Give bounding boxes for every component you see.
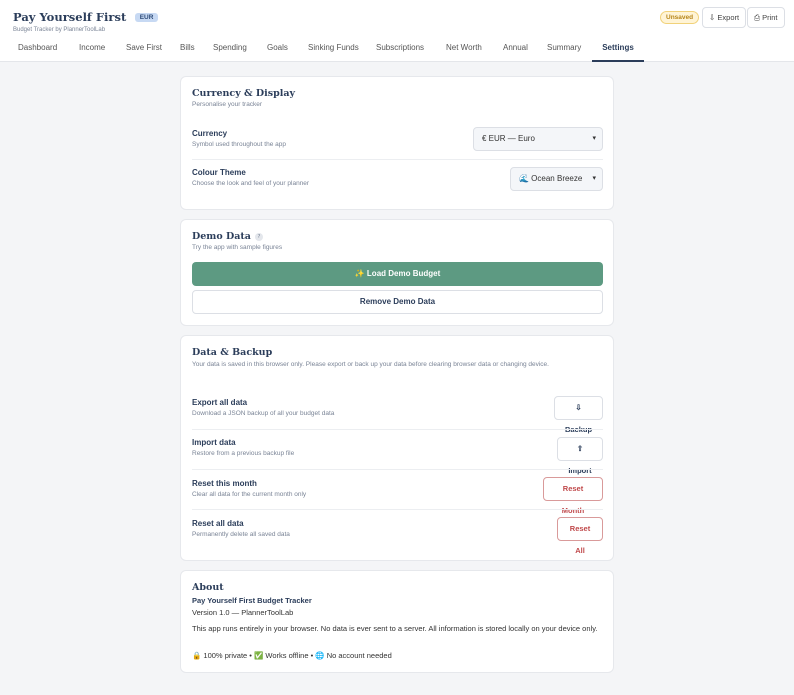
help-icon[interactable]: ?: [254, 233, 263, 241]
demo-title: Demo Data: [192, 231, 251, 242]
tab-subscriptions[interactable]: Subscriptions: [376, 36, 424, 62]
reset-all-button[interactable]: Reset All: [557, 517, 603, 555]
import-button[interactable]: ⇧ Import: [557, 437, 603, 475]
load-demo-button[interactable]: ✨ Load Demo Budget: [192, 262, 603, 286]
theme-select-value: 🌊 Ocean Breeze: [519, 174, 583, 183]
export-button[interactable]: ⇩ Export: [702, 7, 747, 28]
version-text: Version 1.0 — PlannerToolLab: [192, 608, 294, 617]
tab-settings[interactable]: Settings: [592, 36, 644, 62]
card-title: Data & Backup: [192, 347, 273, 358]
divider: [192, 159, 603, 160]
printer-icon: ⎙: [754, 13, 760, 22]
tab-save-first[interactable]: Save First: [126, 36, 162, 62]
export-data-description: Download a JSON backup of all your budge…: [192, 410, 335, 417]
app-header: Pay Yourself First EUR Budget Tracker by…: [0, 0, 794, 36]
demo-data-card: Demo Data? Try the app with sample figur…: [180, 219, 614, 326]
currency-display-card: Currency & Display Personalise your trac…: [180, 76, 614, 210]
tab-bills[interactable]: Bills: [180, 36, 195, 62]
theme-label: Colour Theme: [192, 168, 246, 177]
card-title: Demo Data?: [192, 231, 263, 242]
download-icon: ⇩: [709, 13, 716, 22]
reset-month-description: Clear all data for the current month onl…: [192, 491, 307, 498]
import-data-description: Restore from a previous backup file: [192, 450, 295, 457]
feature-list: 🔒 100% private • ✅ Works offline • 🌐 No …: [192, 651, 392, 660]
import-data-label: Import data: [192, 438, 236, 447]
chevron-down-icon: ▾: [592, 135, 596, 142]
reset-all-label: Reset all data: [192, 519, 244, 528]
product-name: Pay Yourself First Budget Tracker: [192, 596, 312, 605]
tab-net-worth[interactable]: Net Worth: [446, 36, 482, 62]
reset-month-label: Reset this month: [192, 479, 257, 488]
theme-select[interactable]: 🌊 Ocean Breeze ▾: [510, 167, 603, 191]
backup-button[interactable]: ⇩ Backup: [554, 396, 603, 434]
about-description: This app runs entirely in your browser. …: [192, 624, 598, 633]
card-title: About: [192, 582, 224, 593]
app-subtitle: Budget Tracker by PlannerToolLab: [13, 27, 106, 33]
divider: [192, 429, 603, 430]
tab-spending[interactable]: Spending: [213, 36, 247, 62]
divider: [192, 509, 603, 510]
tab-annual[interactable]: Annual: [503, 36, 528, 62]
export-data-label: Export all data: [192, 398, 248, 407]
print-button[interactable]: ⎙ Print: [747, 7, 785, 28]
tab-goals[interactable]: Goals: [267, 36, 288, 62]
divider: [192, 469, 603, 470]
tab-dashboard[interactable]: Dashboard: [18, 36, 57, 62]
currency-select-value: € EUR — Euro: [482, 134, 535, 143]
print-button-label: Print: [762, 13, 778, 22]
about-card: About Pay Yourself First Budget Tracker …: [180, 570, 614, 673]
currency-description: Symbol used throughout the app: [192, 141, 286, 148]
app-title: Pay Yourself First: [13, 10, 127, 24]
tab-sinking-funds[interactable]: Sinking Funds: [308, 36, 359, 62]
tab-summary[interactable]: Summary: [547, 36, 581, 62]
brand: Pay Yourself First EUR Budget Tracker by…: [13, 8, 159, 33]
unsaved-status-badge: Unsaved: [660, 11, 700, 24]
export-button-label: Export: [717, 13, 740, 22]
card-subtitle: Try the app with sample figures: [192, 244, 283, 251]
data-backup-card: Data & Backup Your data is saved in this…: [180, 335, 614, 561]
tab-income[interactable]: Income: [79, 36, 105, 62]
currency-select[interactable]: € EUR — Euro ▾: [473, 127, 603, 151]
chevron-down-icon: ▾: [592, 175, 596, 182]
reset-all-description: Permanently delete all saved data: [192, 531, 290, 538]
reset-month-button[interactable]: Reset Month: [543, 477, 603, 515]
currency-badge: EUR: [134, 13, 159, 22]
currency-label: Currency: [192, 129, 228, 138]
card-subtitle: Personalise your tracker: [192, 101, 263, 108]
main-nav: Dashboard Income Save First Bills Spendi…: [0, 36, 794, 62]
card-title: Currency & Display: [192, 88, 296, 99]
theme-description: Choose the look and feel of your planner: [192, 180, 310, 187]
card-subtitle: Your data is saved in this browser only.…: [192, 361, 549, 368]
remove-demo-button[interactable]: Remove Demo Data: [192, 290, 603, 314]
